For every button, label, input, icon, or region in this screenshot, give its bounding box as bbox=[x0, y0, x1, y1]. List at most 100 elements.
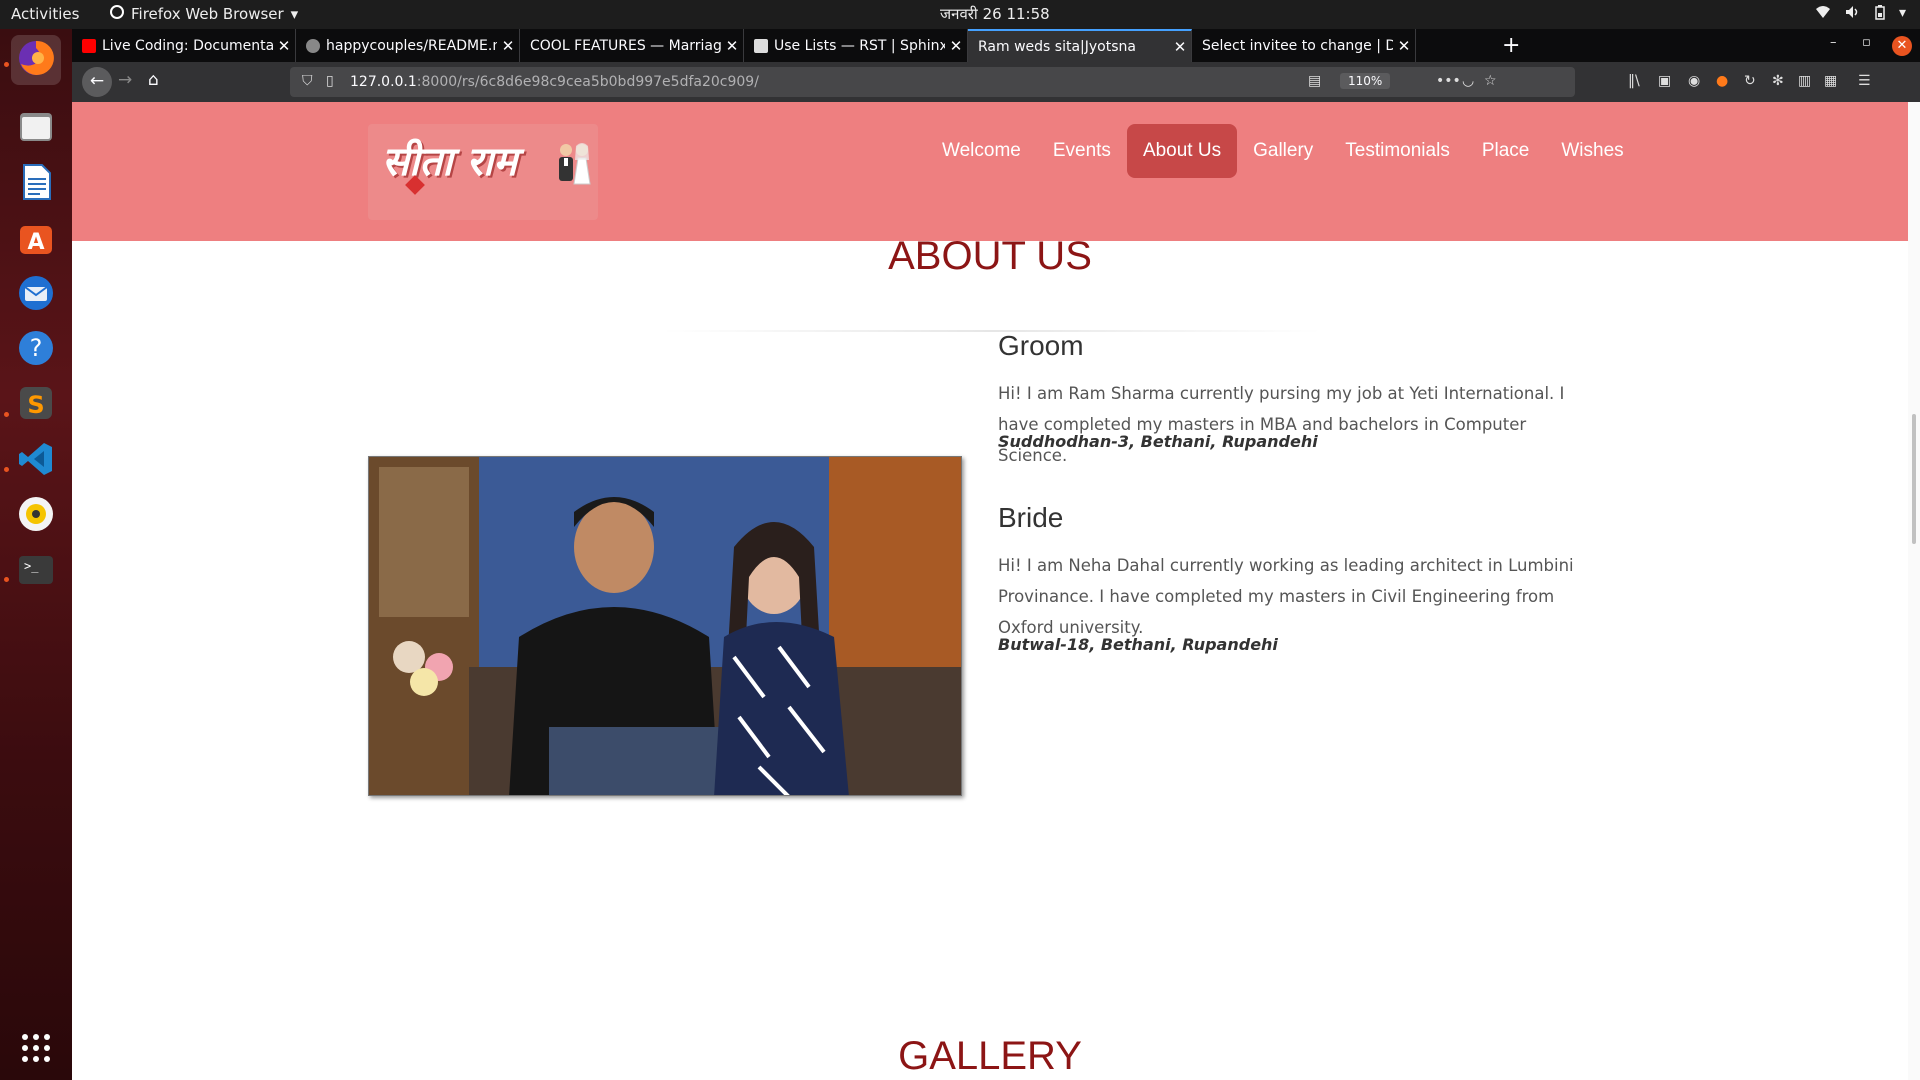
app-grid-icon bbox=[20, 1032, 52, 1068]
forward-button[interactable]: → bbox=[118, 70, 132, 90]
tab[interactable]: Use Lists — RST | Sphinx ✕ bbox=[744, 29, 968, 62]
running-indicator bbox=[4, 467, 9, 472]
tab-close-icon[interactable]: ✕ bbox=[273, 37, 295, 55]
extension-note-icon[interactable]: ▦ bbox=[1824, 73, 1837, 89]
extension-icon[interactable]: ● bbox=[1716, 73, 1728, 89]
writer-launcher[interactable] bbox=[11, 159, 61, 209]
account-icon[interactable]: ◉ bbox=[1688, 73, 1700, 89]
window-close-button[interactable]: ✕ bbox=[1892, 36, 1912, 56]
system-top-bar: Activities Firefox Web Browser ▾ जनवरी 2… bbox=[0, 0, 1920, 29]
section-divider bbox=[662, 330, 1322, 332]
firefox-small-icon bbox=[110, 5, 124, 23]
ubuntu-software-icon: A bbox=[16, 218, 56, 262]
tab-close-icon[interactable]: ✕ bbox=[945, 37, 967, 55]
site-logo[interactable]: सीता राम bbox=[368, 124, 598, 220]
scrollbar-thumb[interactable] bbox=[1912, 414, 1916, 544]
tab[interactable]: Live Coding: Documentati ✕ bbox=[72, 29, 296, 62]
tab-close-icon[interactable]: ✕ bbox=[1169, 38, 1191, 56]
vscode-launcher[interactable] bbox=[11, 436, 61, 486]
app-name: Firefox Web Browser bbox=[131, 5, 284, 23]
nav-welcome[interactable]: Welcome bbox=[926, 124, 1037, 178]
home-button[interactable]: ⌂ bbox=[148, 70, 159, 90]
url-path: :8000/rs/6c8d6e98c9cea5b0bd997e5dfa20c90… bbox=[416, 74, 759, 90]
nav-events[interactable]: Events bbox=[1037, 124, 1127, 178]
restore-icon[interactable]: ▫ bbox=[1862, 35, 1871, 50]
groom-heading: Groom bbox=[998, 330, 1084, 361]
nav-wishes[interactable]: Wishes bbox=[1545, 124, 1639, 178]
sidebar-icon[interactable]: ▣ bbox=[1658, 73, 1671, 89]
system-tray[interactable]: ▾ bbox=[1815, 5, 1906, 24]
software-launcher[interactable]: A bbox=[11, 215, 61, 265]
reader-view-icon[interactable]: ▤ bbox=[1308, 73, 1321, 89]
volume-icon bbox=[1845, 5, 1861, 24]
couple-icon bbox=[554, 140, 594, 195]
bride-address: Butwal-18, Bethani, Rupandehi bbox=[998, 635, 1278, 654]
tab-close-icon[interactable]: ✕ bbox=[497, 37, 519, 55]
tab[interactable]: Select invitee to change | Dj ✕ bbox=[1192, 29, 1416, 62]
application-dock: A ? S >_ bbox=[0, 29, 72, 1080]
shield-icon[interactable]: ⛉ bbox=[302, 73, 313, 89]
battery-icon bbox=[1875, 5, 1885, 24]
more-actions-icon[interactable]: ••• bbox=[1436, 73, 1461, 89]
rhythmbox-launcher[interactable] bbox=[11, 491, 61, 541]
extension-grid-icon[interactable]: ▥ bbox=[1798, 73, 1811, 89]
thunderbird-launcher[interactable] bbox=[11, 270, 61, 320]
svg-text:?: ? bbox=[30, 334, 43, 362]
site-nav: Welcome Events About Us Gallery Testimon… bbox=[926, 124, 1640, 178]
navigation-toolbar: ← → ⌂ ⛉ ▯ 127.0.0.1:8000/rs/6c8d6e98c9ce… bbox=[72, 62, 1920, 102]
svg-text:S: S bbox=[27, 391, 44, 419]
help-launcher[interactable]: ? bbox=[11, 325, 61, 375]
library-icon[interactable]: ‖\ bbox=[1628, 73, 1640, 89]
activities-button[interactable]: Activities bbox=[11, 5, 79, 23]
nav-gallery[interactable]: Gallery bbox=[1237, 124, 1329, 178]
clock[interactable]: जनवरी 26 11:58 bbox=[940, 4, 1050, 24]
tab-title: COOL FEATURES — Marriag bbox=[530, 37, 721, 54]
bride-description: Hi! I am Neha Dahal currently working as… bbox=[998, 556, 1574, 637]
tab-active[interactable]: Ram weds sita|Jyotsna ✕ bbox=[968, 29, 1192, 62]
bride-heading: Bride bbox=[998, 502, 1064, 533]
reload-icon[interactable]: ↻ bbox=[1744, 73, 1756, 89]
tab[interactable]: COOL FEATURES — Marriag ✕ bbox=[520, 29, 744, 62]
logo-text: सीता राम bbox=[382, 138, 518, 185]
groom-address: Suddhodhan-3, Bethani, Rupandehi bbox=[998, 432, 1318, 451]
new-tab-button[interactable]: + bbox=[1502, 33, 1520, 58]
tab[interactable]: happycouples/README.md ✕ bbox=[296, 29, 520, 62]
rhythmbox-icon bbox=[16, 494, 56, 538]
running-indicator bbox=[4, 62, 9, 67]
sublime-launcher[interactable]: S bbox=[11, 380, 61, 430]
nav-about-us[interactable]: About Us bbox=[1126, 124, 1238, 178]
groom-description: Hi! I am Ram Sharma currently pursing my… bbox=[998, 384, 1565, 465]
url-text[interactable]: 127.0.0.1:8000/rs/6c8d6e98c9cea5b0bd997e… bbox=[350, 74, 759, 90]
power-menu-chevron-icon: ▾ bbox=[1898, 5, 1906, 21]
thunderbird-icon bbox=[16, 273, 56, 317]
terminal-launcher[interactable]: >_ bbox=[11, 547, 61, 597]
tab-title: Ram weds sita|Jyotsna bbox=[978, 38, 1136, 55]
back-button[interactable]: ← bbox=[82, 67, 112, 97]
tab-close-icon[interactable]: ✕ bbox=[721, 37, 743, 55]
github-favicon-icon bbox=[306, 38, 320, 53]
tab-title: Live Coding: Documentati bbox=[102, 37, 273, 54]
url-bar[interactable]: ⛉ ▯ 127.0.0.1:8000/rs/6c8d6e98c9cea5b0bd… bbox=[290, 67, 1575, 97]
app-menu[interactable]: Firefox Web Browser ▾ bbox=[110, 5, 298, 23]
page-scrollbar[interactable] bbox=[1908, 102, 1920, 1080]
menu-hamburger-icon[interactable]: ☰ bbox=[1858, 73, 1871, 89]
about-us-title: ABOUT US bbox=[888, 234, 1092, 278]
zoom-level[interactable]: 110% bbox=[1340, 73, 1391, 89]
running-indicator bbox=[4, 412, 9, 417]
show-applications-button[interactable] bbox=[11, 1025, 61, 1075]
nav-testimonials[interactable]: Testimonials bbox=[1329, 124, 1466, 178]
gallery-title: GALLERY bbox=[898, 1034, 1082, 1078]
tab-title: happycouples/README.md bbox=[326, 37, 497, 54]
bookmark-star-icon[interactable]: ☆ bbox=[1484, 73, 1497, 89]
youtube-favicon-icon bbox=[82, 38, 96, 53]
minimize-icon[interactable]: – bbox=[1830, 35, 1837, 50]
pocket-icon[interactable]: ◡ bbox=[1462, 73, 1474, 89]
wifi-icon bbox=[1815, 5, 1831, 24]
tab-title: Select invitee to change | Dj bbox=[1202, 37, 1393, 54]
firefox-launcher[interactable] bbox=[11, 35, 61, 85]
svg-text:>_: >_ bbox=[24, 559, 39, 573]
tab-close-icon[interactable]: ✕ bbox=[1393, 37, 1415, 55]
nav-place[interactable]: Place bbox=[1466, 124, 1546, 178]
extension-gear-icon[interactable]: ✻ bbox=[1772, 73, 1784, 89]
files-launcher[interactable] bbox=[11, 104, 61, 154]
